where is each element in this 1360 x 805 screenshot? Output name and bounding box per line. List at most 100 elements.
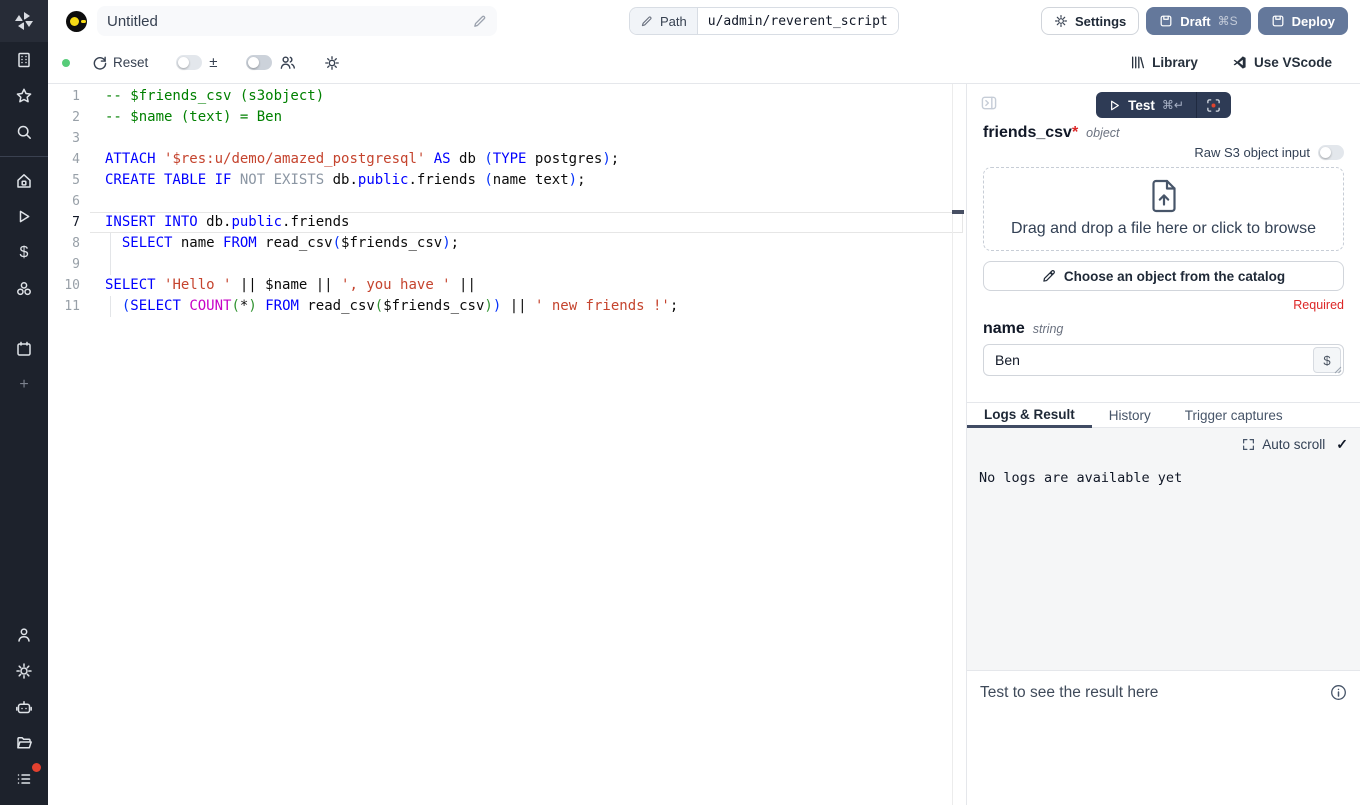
code-editor[interactable]: 1-- $friends_csv (s3object)2-- $name (te… bbox=[48, 84, 967, 805]
test-button[interactable]: Test ⌘↵ bbox=[1096, 92, 1196, 118]
windmill-logo-icon bbox=[14, 11, 34, 31]
sidebar-item-schedules[interactable] bbox=[0, 331, 48, 367]
circles-icon bbox=[15, 280, 33, 298]
expand-icon[interactable] bbox=[1242, 438, 1255, 451]
settings-label: Settings bbox=[1075, 14, 1126, 29]
draft-shortcut: ⌘S bbox=[1218, 14, 1238, 28]
line-number: 8 bbox=[48, 233, 90, 254]
field-type: string bbox=[1033, 322, 1064, 336]
tab-logs-result[interactable]: Logs & Result bbox=[967, 403, 1092, 428]
refresh-icon bbox=[92, 55, 107, 70]
autoscroll-label[interactable]: Auto scroll bbox=[1262, 437, 1325, 452]
choose-object-button[interactable]: Choose an object from the catalog bbox=[983, 261, 1344, 291]
use-vscode-button[interactable]: Use VScode bbox=[1232, 55, 1332, 70]
code-line-11[interactable]: 11 (SELECT COUNT(*) FROM read_csv($frien… bbox=[48, 296, 966, 317]
windmill-logo[interactable] bbox=[0, 0, 48, 42]
gear-icon bbox=[15, 662, 33, 680]
sidebar-item-ai-assistant[interactable] bbox=[0, 689, 48, 725]
capture-button[interactable] bbox=[1197, 92, 1231, 118]
code-line-3[interactable]: 3 bbox=[48, 128, 966, 149]
code-line-2[interactable]: 2-- $name (text) = Ben bbox=[48, 107, 966, 128]
name-input-wrap: $ bbox=[983, 344, 1344, 376]
script-title: Untitled bbox=[107, 13, 158, 30]
settings-button[interactable]: Settings bbox=[1041, 7, 1139, 35]
line-content bbox=[90, 254, 963, 275]
search-icon bbox=[15, 123, 33, 141]
deploy-button[interactable]: Deploy bbox=[1258, 7, 1348, 35]
sidebar-item-audit-logs[interactable] bbox=[0, 761, 48, 797]
sidebar-item-resources[interactable] bbox=[0, 271, 48, 307]
line-content: SELECT name FROM read_csv($friends_csv); bbox=[90, 233, 963, 254]
robot-icon bbox=[15, 698, 33, 716]
code-line-10[interactable]: 10SELECT 'Hello ' || $name || ', you hav… bbox=[48, 275, 966, 296]
sidebar-item-workspace-settings[interactable] bbox=[0, 653, 48, 689]
multiplayer-toggle[interactable] bbox=[246, 55, 272, 70]
line-content: SELECT 'Hello ' || $name || ', you have … bbox=[90, 275, 963, 296]
choose-object-label: Choose an object from the catalog bbox=[1064, 269, 1285, 284]
info-icon[interactable] bbox=[1330, 684, 1347, 701]
status-dot bbox=[62, 59, 70, 67]
field-friends-csv-header: friends_csv* object bbox=[983, 124, 1344, 142]
collapse-panel-icon[interactable] bbox=[981, 95, 997, 116]
line-number: 7 bbox=[48, 212, 90, 233]
sidebar-item-workspace[interactable] bbox=[0, 42, 48, 78]
line-content bbox=[90, 128, 963, 149]
sidebar-item-account[interactable] bbox=[0, 617, 48, 653]
sidebar-item-favorites[interactable] bbox=[0, 78, 48, 114]
diff-toggle[interactable] bbox=[176, 55, 202, 70]
person-icon bbox=[15, 626, 33, 644]
library-button[interactable]: Library bbox=[1130, 55, 1198, 70]
code-line-4[interactable]: 4ATTACH '$res:u/demo/amazed_postgresql' … bbox=[48, 149, 966, 170]
result-tabs: Logs & Result History Trigger captures bbox=[967, 402, 1360, 428]
code-line-8[interactable]: 8 SELECT name FROM read_csv($friends_csv… bbox=[48, 233, 966, 254]
home-icon bbox=[15, 172, 33, 190]
resize-grip-icon[interactable] bbox=[1334, 366, 1342, 374]
raw-s3-toggle[interactable] bbox=[1318, 145, 1344, 160]
name-input[interactable] bbox=[984, 345, 1343, 375]
line-number: 4 bbox=[48, 149, 90, 170]
edit-title-pencil-icon[interactable] bbox=[472, 14, 487, 29]
multiplayer-toggle-group bbox=[246, 54, 296, 71]
script-title-field[interactable]: Untitled bbox=[97, 6, 497, 36]
play-icon bbox=[1108, 99, 1121, 112]
editor-toolbar: Reset ± Library Use VScode bbox=[48, 42, 1360, 84]
line-content: -- $name (text) = Ben bbox=[90, 107, 963, 128]
sidebar: $+ bbox=[0, 0, 48, 805]
sidebar-item-search[interactable] bbox=[0, 114, 48, 150]
logs-panel: Auto scroll ✓ No logs are available yet bbox=[967, 428, 1360, 670]
raw-s3-label: Raw S3 object input bbox=[1194, 145, 1310, 160]
raw-s3-row: Raw S3 object input bbox=[983, 145, 1344, 160]
main-column: Untitled Path u/admin/reverent_script Se… bbox=[48, 0, 1360, 805]
draft-label: Draft bbox=[1180, 14, 1210, 29]
tab-trigger-captures[interactable]: Trigger captures bbox=[1168, 403, 1300, 427]
path-control[interactable]: Path u/admin/reverent_script bbox=[629, 7, 899, 35]
code-line-6[interactable]: 6 bbox=[48, 191, 966, 212]
sidebar-item-create-new[interactable]: + bbox=[0, 367, 48, 403]
dollar-icon: $ bbox=[20, 245, 29, 261]
app-root: $+ Untitled Path u/admin/reverent_script bbox=[0, 0, 1360, 805]
code-line-1[interactable]: 1-- $friends_csv (s3object) bbox=[48, 86, 966, 107]
code-line-5[interactable]: 5CREATE TABLE IF NOT EXISTS db.public.fr… bbox=[48, 170, 966, 191]
plus-icon: + bbox=[19, 377, 28, 393]
save-icon bbox=[1159, 14, 1173, 28]
sidebar-item-runs[interactable] bbox=[0, 199, 48, 235]
line-number: 2 bbox=[48, 107, 90, 128]
field-name: friends_csv* bbox=[983, 124, 1078, 142]
sidebar-item-home[interactable] bbox=[0, 163, 48, 199]
draft-button[interactable]: Draft ⌘S bbox=[1146, 7, 1250, 35]
reset-button[interactable]: Reset bbox=[92, 55, 148, 70]
gear-icon[interactable] bbox=[324, 55, 340, 71]
editor-scrollbar[interactable] bbox=[952, 84, 953, 805]
line-number: 9 bbox=[48, 254, 90, 275]
sidebar-item-folders[interactable] bbox=[0, 725, 48, 761]
code-line-7[interactable]: 7INSERT INTO db.public.friends bbox=[48, 212, 966, 233]
sidebar-item-variables[interactable]: $ bbox=[0, 235, 48, 271]
field-name-header: name string bbox=[983, 320, 1344, 338]
tab-history[interactable]: History bbox=[1092, 403, 1168, 427]
play-icon bbox=[15, 208, 33, 226]
file-dropzone[interactable]: Drag and drop a file here or click to br… bbox=[983, 167, 1344, 251]
code-line-9[interactable]: 9 bbox=[48, 254, 966, 275]
path-edit-section[interactable]: Path bbox=[630, 8, 698, 34]
autoscroll-check-icon[interactable]: ✓ bbox=[1336, 436, 1348, 453]
line-content: -- $friends_csv (s3object) bbox=[90, 86, 963, 107]
